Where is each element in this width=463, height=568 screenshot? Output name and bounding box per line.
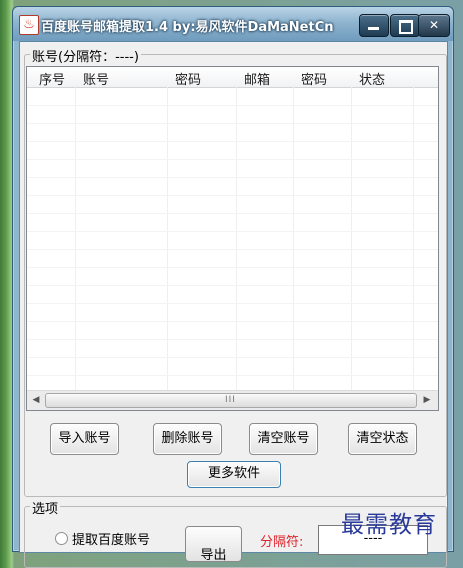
options-group-label: 选项 (30, 498, 61, 517)
empty-row-line (27, 141, 438, 142)
empty-row-line (27, 123, 438, 124)
export-button-label: 导出 (200, 548, 227, 562)
column-header-email[interactable]: 邮箱 (244, 69, 270, 88)
maximize-button[interactable] (390, 14, 420, 37)
column-divider (293, 87, 294, 390)
more-software-button[interactable]: 更多软件 (187, 461, 281, 488)
clear-accounts-button[interactable]: 清空账号 (249, 423, 318, 455)
empty-row-line (27, 321, 438, 322)
empty-row-line (27, 195, 438, 196)
empty-row-line (27, 285, 438, 286)
column-header-email-password[interactable]: 密码 (301, 69, 327, 88)
empty-row-line (27, 339, 438, 340)
scroll-right-icon[interactable]: ▶ (420, 393, 434, 407)
account-list-header: 序号 账号 密码 邮箱 密码 状态 (27, 67, 438, 88)
empty-row-line (27, 177, 438, 178)
empty-row-line (27, 231, 438, 232)
column-divider (236, 87, 237, 390)
empty-row-line (27, 303, 438, 304)
maximize-icon (399, 20, 413, 34)
empty-row-line (27, 375, 438, 376)
column-header-index[interactable]: 序号 (39, 69, 65, 88)
radio-label: 提取百度账号 (72, 533, 151, 548)
empty-row-line (27, 267, 438, 268)
column-divider (167, 87, 168, 390)
import-accounts-button[interactable]: 导入账号 (50, 423, 119, 455)
horizontal-scrollbar[interactable]: ◀ III ▶ (27, 390, 438, 410)
close-icon: ✕ (428, 18, 440, 32)
radio-button-icon[interactable] (55, 532, 68, 545)
app-icon: ♨ (19, 15, 39, 35)
empty-row-line (27, 213, 438, 214)
window-title-text: 百度账号邮箱提取1.4 by:易风软件DaMaNet (41, 20, 315, 35)
extract-baidu-account-radio[interactable]: 提取百度账号 (55, 529, 150, 548)
column-divider (413, 87, 414, 390)
title-bar[interactable]: ♨ 百度账号邮箱提取1.4 by:易风软件DaMaNetCn ✕ (13, 7, 453, 41)
separator-label: 分隔符: (260, 535, 304, 550)
export-button[interactable]: 导出 (185, 526, 242, 562)
column-header-password[interactable]: 密码 (175, 69, 201, 88)
minimize-button[interactable] (359, 14, 389, 37)
empty-row-line (27, 357, 438, 358)
account-group-label: 账号(分隔符：----) (30, 46, 141, 65)
minimize-icon (368, 27, 379, 30)
column-header-account[interactable]: 账号 (83, 69, 109, 88)
column-header-status[interactable]: 状态 (359, 69, 385, 88)
column-divider (75, 87, 76, 390)
clear-status-button[interactable]: 清空状态 (348, 423, 417, 455)
main-window: ♨ 百度账号邮箱提取1.4 by:易风软件DaMaNetCn ✕ 账号(分隔符：… (12, 6, 454, 568)
empty-row-line (27, 159, 438, 160)
client-area: 账号(分隔符：----) 序号 账号 密码 邮箱 密码 状态 ◀ III ▶ 导… (19, 41, 448, 568)
scrollbar-thumb[interactable]: III (45, 393, 417, 408)
window-title: 百度账号邮箱提取1.4 by:易风软件DaMaNetCn (41, 16, 334, 35)
scrollbar-grip: III (225, 395, 236, 405)
column-divider (351, 87, 352, 390)
empty-row-line (27, 249, 438, 250)
scroll-left-icon[interactable]: ◀ (29, 393, 43, 407)
watermark-text: 最需教育 (341, 512, 437, 538)
empty-row-line (27, 105, 438, 106)
close-button[interactable]: ✕ (418, 14, 450, 37)
title-logo-text: Cn (314, 20, 334, 35)
account-list[interactable]: 序号 账号 密码 邮箱 密码 状态 ◀ III ▶ (26, 66, 439, 411)
delete-accounts-button[interactable]: 删除账号 (153, 423, 222, 455)
